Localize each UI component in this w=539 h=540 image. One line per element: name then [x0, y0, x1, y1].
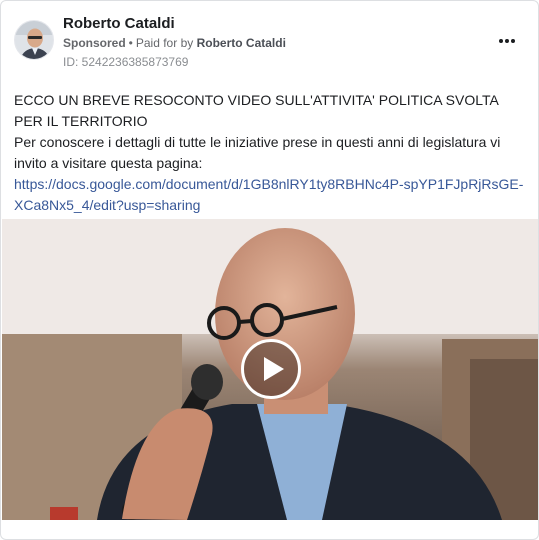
post-link[interactable]: https://docs.google.com/document/d/1GB8n… — [14, 176, 523, 213]
author-name[interactable]: Roberto Cataldi — [63, 15, 175, 32]
post-text-body: Per conoscere i dettagli di tutte le ini… — [14, 134, 501, 171]
sponsored-line: Sponsored • Paid for by Roberto Cataldi — [63, 36, 286, 50]
paid-for-label: Paid for by — [135, 36, 194, 50]
ad-id: ID: 5242236385873769 — [63, 55, 189, 69]
sponsored-label: Sponsored — [63, 36, 126, 50]
play-icon — [263, 357, 284, 381]
post-text: ECCO UN BREVE RESOCONTO VIDEO SULL'ATTIV… — [14, 90, 526, 216]
post-text-headline: ECCO UN BREVE RESOCONTO VIDEO SULL'ATTIV… — [14, 92, 499, 129]
payer-name: Roberto Cataldi — [196, 36, 286, 50]
ad-card: Roberto Cataldi Sponsored • Paid for by Ro… — [0, 0, 539, 540]
play-button[interactable] — [241, 339, 301, 399]
separator-dot: • — [128, 36, 133, 50]
video-player[interactable] — [2, 219, 538, 520]
avatar[interactable] — [14, 20, 54, 60]
more-options-button[interactable] — [495, 31, 519, 51]
more-horizontal-icon — [499, 39, 503, 43]
